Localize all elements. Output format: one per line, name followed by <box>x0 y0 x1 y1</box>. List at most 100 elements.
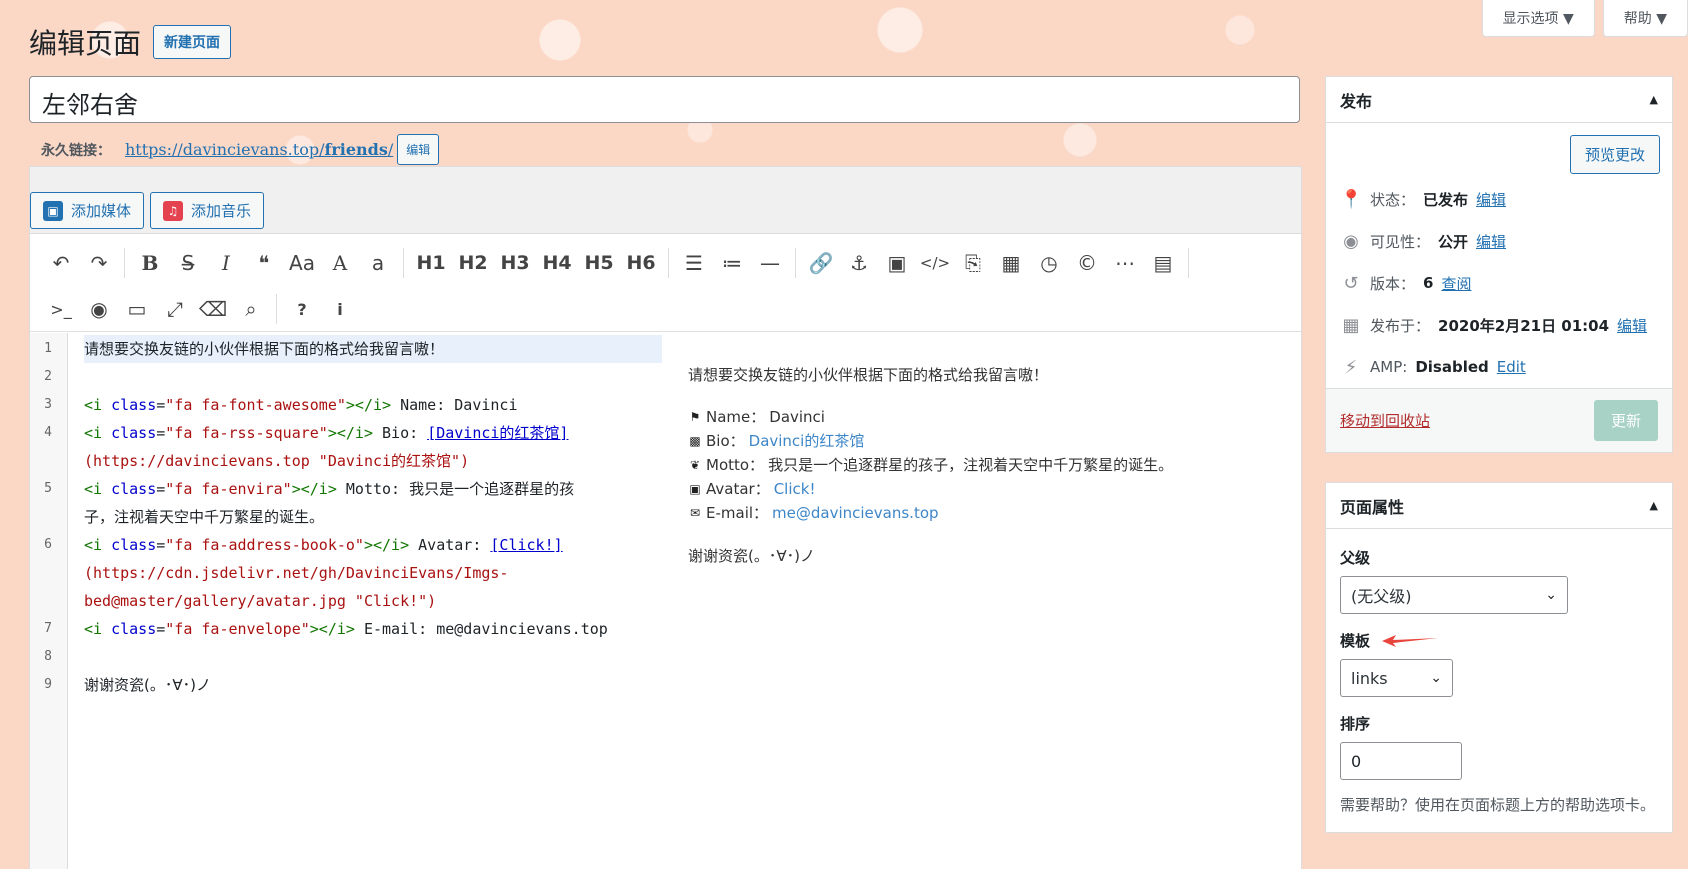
eraser-icon[interactable]: ⌫ <box>194 292 232 326</box>
horizontal-rule-icon[interactable]: — <box>751 246 789 280</box>
status-value: 已发布 <box>1423 190 1469 209</box>
clock-icon[interactable]: ◷ <box>1030 246 1068 280</box>
publish-box-header[interactable]: 发布 ▲ <box>1326 77 1672 123</box>
preview-item-label: Motto： <box>706 456 765 474</box>
template-label: 模板 <box>1340 632 1371 650</box>
toolbar-separator <box>124 248 125 278</box>
collapse-arrow-icon[interactable]: ▲ <box>1650 93 1658 106</box>
status-edit-link[interactable]: 编辑 <box>1476 189 1506 210</box>
info-icon[interactable]: i <box>321 292 359 326</box>
search-icon[interactable]: ⌕ <box>232 292 270 326</box>
strikethrough-icon[interactable]: S̶ <box>169 246 207 280</box>
anchor-icon[interactable]: ⚓ <box>840 246 878 280</box>
collapse-arrow-icon[interactable]: ▲ <box>1650 499 1658 512</box>
visibility-value: 公开 <box>1438 232 1469 251</box>
email-link[interactable]: me@davincievans.top <box>772 501 939 525</box>
amp-row: ⚡ AMP: Disabled Edit <box>1326 346 1672 388</box>
unordered-list-icon[interactable]: ☰ <box>675 246 713 280</box>
attributes-help-text: 需要帮助？使用在页面标题上方的帮助选项卡。 <box>1340 796 1656 814</box>
table-icon[interactable]: ▦ <box>992 246 1030 280</box>
monitor-icon[interactable]: ▭ <box>118 292 156 326</box>
code-text: <i class="fa fa-font-awesome"></i> Name:… <box>84 396 518 414</box>
markdown-preview: 请想要交换友链的小伙伴根据下面的格式给我留言嗷！ ⚑ Name： Davinci… <box>688 354 1288 566</box>
revisions-browse-link[interactable]: 查阅 <box>1441 273 1471 294</box>
history-icon: ↺ <box>1343 272 1359 294</box>
italic-icon[interactable]: I <box>207 246 245 280</box>
permalink-link[interactable]: https://davincievans.top/friends/ <box>125 140 393 159</box>
amp-bolt-icon: ⚡ <box>1344 356 1358 378</box>
page-break-icon[interactable]: ▤ <box>1144 246 1182 280</box>
parent-select-value: (无父级) <box>1351 587 1412 606</box>
bio-link[interactable]: Davinci的红茶馆 <box>749 429 865 453</box>
revisions-value: 6 <box>1423 274 1434 292</box>
move-to-trash-link[interactable]: 移动到回收站 <box>1340 410 1430 431</box>
parent-label: 父级 <box>1340 549 1371 567</box>
terminal-icon[interactable]: >_ <box>42 292 80 326</box>
template-select-value: links <box>1351 668 1388 688</box>
fullscreen-icon[interactable]: ⤢ <box>156 292 194 326</box>
add-media-button[interactable]: ▣ 添加媒体 <box>30 192 145 229</box>
status-label: 状态： <box>1370 190 1416 209</box>
code-text: <i class="fa fa-envelope"></i> E-mail: m… <box>84 620 608 638</box>
preview-item-bio: ▩ Bio： Davinci的红茶馆 <box>688 429 1288 453</box>
line-number: 8 <box>44 649 52 664</box>
ordered-list-icon[interactable]: ≔ <box>713 246 751 280</box>
toolbar-separator <box>1188 248 1189 278</box>
heading-6-button[interactable]: H6 <box>620 246 662 280</box>
lowercase-icon[interactable]: a <box>359 246 397 280</box>
published-edit-link[interactable]: 编辑 <box>1617 315 1647 336</box>
amp-edit-link[interactable]: Edit <box>1497 358 1526 376</box>
bold-icon[interactable]: B <box>131 246 169 280</box>
post-title-input[interactable]: 左邻右舍 <box>29 76 1300 123</box>
toolbar-row-2: >_ ◉ ▭ ⤢ ⌫ ⌕ ? i <box>42 286 1289 332</box>
preview-intro: 请想要交换友链的小伙伴根据下面的格式给我留言嗷！ <box>688 366 1049 384</box>
chevron-down-icon: ⌄ <box>1430 670 1442 686</box>
preview-changes-button[interactable]: 预览更改 <box>1569 135 1660 174</box>
preview-item-label: Bio： <box>706 432 745 450</box>
update-button[interactable]: 更新 <box>1593 400 1658 441</box>
leaf-icon: ❦ <box>689 458 701 472</box>
code-icon[interactable]: </> <box>916 246 954 280</box>
page-attributes-header[interactable]: 页面属性 ▲ <box>1326 483 1672 529</box>
uppercase-icon[interactable]: A <box>321 246 359 280</box>
toolbar-separator <box>403 248 404 278</box>
heading-1-button[interactable]: H1 <box>410 246 452 280</box>
heading-2-button[interactable]: H2 <box>452 246 494 280</box>
image-icon[interactable]: ▣ <box>878 246 916 280</box>
preview-toggle-icon[interactable]: ◉ <box>80 292 118 326</box>
font-size-icon[interactable]: Aa <box>283 246 321 280</box>
visibility-label: 可见性： <box>1370 232 1431 251</box>
quote-icon[interactable]: ❝ <box>245 246 283 280</box>
order-input[interactable]: 0 <box>1340 742 1462 780</box>
flag-icon: ⚑ <box>689 410 701 424</box>
code-text: 请想要交换友链的小伙伴根据下面的格式给我留言嗷！ <box>84 335 662 363</box>
copyright-icon[interactable]: © <box>1068 246 1106 280</box>
amp-value: Disabled <box>1415 358 1489 376</box>
heading-5-button[interactable]: H5 <box>578 246 620 280</box>
screen-options-tab[interactable]: 显示选项 ▼ <box>1481 0 1595 37</box>
screen-meta-tabs: 显示选项 ▼ 帮助 ▼ <box>1481 0 1688 37</box>
preview-item-label: Avatar： <box>706 480 770 498</box>
heading-4-button[interactable]: H4 <box>536 246 578 280</box>
new-page-button[interactable]: 新建页面 <box>153 25 232 59</box>
code-file-icon[interactable]: ⎘ <box>954 246 992 280</box>
help-icon[interactable]: ? <box>283 292 321 326</box>
pin-icon: 📍 <box>1340 188 1363 210</box>
help-tab[interactable]: 帮助 ▼ <box>1602 0 1688 37</box>
more-icon[interactable]: ⋯ <box>1106 246 1144 280</box>
avatar-link[interactable]: Click! <box>774 477 816 501</box>
permalink-edit-button[interactable]: 编辑 <box>397 134 440 165</box>
add-music-button[interactable]: ♫ 添加音乐 <box>150 192 265 229</box>
preview-item-label: Name： <box>706 408 766 426</box>
editor-toolbar: ↶ ↷ B S̶ I ❝ Aa A a H1 H2 H3 H4 H5 H6 ☰ … <box>30 234 1301 332</box>
preview-item-label: E-mail： <box>706 504 769 522</box>
redo-icon[interactable]: ↷ <box>80 246 118 280</box>
parent-select[interactable]: (无父级) ⌄ <box>1340 576 1568 614</box>
undo-icon[interactable]: ↶ <box>42 246 80 280</box>
markdown-code-editor[interactable]: 1 请想要交换友链的小伙伴根据下面的格式给我留言嗷！ 2 3 <i class=… <box>30 333 671 869</box>
visibility-edit-link[interactable]: 编辑 <box>1476 231 1506 252</box>
preview-item-value: Davinci <box>769 408 825 426</box>
template-select[interactable]: links ⌄ <box>1340 659 1453 697</box>
heading-3-button[interactable]: H3 <box>494 246 536 280</box>
link-icon[interactable]: 🔗 <box>802 246 840 280</box>
